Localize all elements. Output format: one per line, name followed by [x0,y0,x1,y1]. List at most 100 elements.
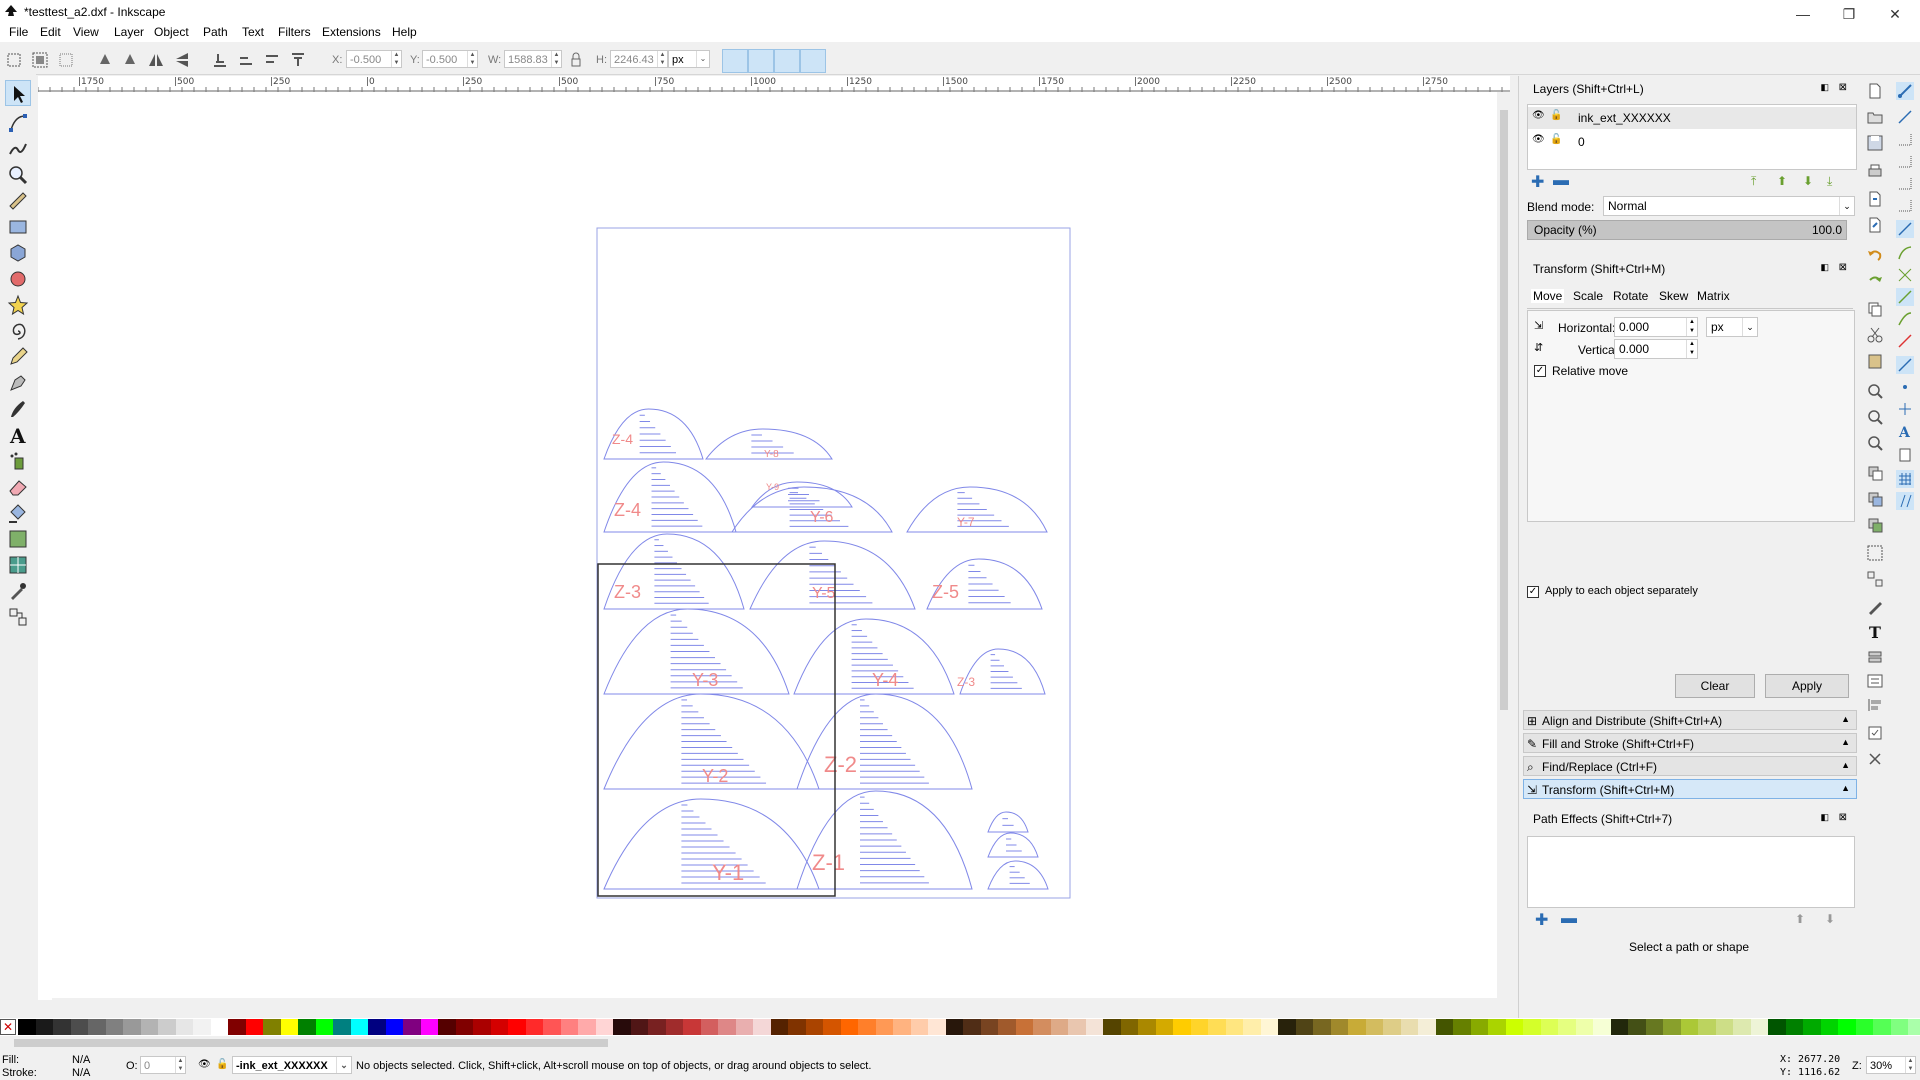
pen-tool-icon[interactable] [5,370,31,396]
eraser-tool-icon[interactable] [5,474,31,500]
menu-file[interactable]: File [9,25,28,39]
current-layer-select[interactable]: -ink_ext_XXXXXX ⌄ [232,1056,352,1074]
color-swatch[interactable] [1523,1019,1541,1035]
layer-visibility-icon[interactable]: 👁 [198,1059,211,1070]
snap-text-baseline-icon[interactable]: A [1896,422,1914,441]
color-swatch[interactable] [1120,1019,1138,1035]
lower-to-bottom-icon[interactable] [210,50,230,70]
redo-icon[interactable] [1866,272,1884,290]
cut-icon[interactable] [1866,326,1884,344]
color-swatch[interactable] [1295,1019,1313,1035]
color-swatch[interactable] [1453,1019,1471,1035]
no-paint-swatch[interactable]: ✕ [0,1019,16,1035]
raise-icon[interactable] [262,50,282,70]
color-swatch[interactable] [1015,1019,1033,1035]
layers-dialog-icon[interactable] [1866,648,1884,666]
color-swatch[interactable] [1033,1019,1051,1035]
color-swatch[interactable] [805,1019,823,1035]
snap-grid-icon[interactable] [1896,470,1914,488]
color-swatch[interactable] [18,1019,36,1035]
color-swatch[interactable] [648,1019,666,1035]
color-swatch[interactable] [595,1019,613,1035]
color-swatch[interactable] [578,1019,596,1035]
path-effects-close-icon[interactable]: ⊠ [1839,812,1847,823]
w-input[interactable]: 1588.83 ▲ ▼ [504,50,562,68]
duplicate-icon[interactable] [1866,464,1884,482]
color-swatch[interactable] [1540,1019,1558,1035]
vertical-input[interactable]: 0.000 ▲ ▼ [1614,339,1698,359]
horizontal-input[interactable]: 0.000 ▲ ▼ [1614,317,1698,337]
color-swatch[interactable] [665,1019,683,1035]
snap-midpoint-icon[interactable] [1896,332,1914,350]
move-unit-select[interactable]: px ⌄ [1706,317,1758,337]
color-swatch[interactable] [1435,1019,1453,1035]
open-icon[interactable] [1866,108,1884,126]
x-input[interactable]: -0.500 ▲ ▼ [346,50,402,68]
snap-page-border-icon[interactable] [1896,446,1914,464]
zoom-drawing-icon[interactable] [1866,408,1884,426]
layer-name[interactable]: ink_ext_XXXXXX [1578,111,1671,125]
color-swatch[interactable] [175,1019,193,1035]
layer-down-icon[interactable]: ⬇ [1803,174,1813,188]
vertical-ruler[interactable] [38,92,53,1000]
ungroup-icon[interactable] [1866,570,1884,588]
color-swatch[interactable] [1365,1019,1383,1035]
path-effects-float-icon[interactable]: ◧ [1820,812,1829,823]
zoom-selection-icon[interactable] [1866,382,1884,400]
snap-others-icon[interactable] [1896,356,1914,374]
unit-select[interactable]: px ⌄ [668,50,710,68]
snap-bbox-midpoint-icon[interactable] [1896,174,1914,192]
color-swatch[interactable] [1103,1019,1121,1035]
preferences-icon[interactable] [1866,724,1884,742]
measure-tool-icon[interactable] [5,188,31,214]
color-swatch[interactable] [1558,1019,1576,1035]
layers-panel-close-icon[interactable]: ⊠ [1839,82,1847,93]
color-swatch[interactable] [35,1019,53,1035]
menu-filters[interactable]: Filters [278,25,311,39]
opacity-slider[interactable]: Opacity (%) 100.0 [1527,220,1847,240]
color-swatch[interactable] [1750,1019,1768,1035]
color-swatch[interactable] [1575,1019,1593,1035]
transform-patterns-toggle[interactable] [800,49,826,73]
clone-icon[interactable] [1866,490,1884,508]
zoom-tool-icon[interactable] [5,162,31,188]
color-swatch[interactable] [245,1019,263,1035]
color-swatch[interactable] [1855,1019,1873,1035]
color-swatch[interactable] [385,1019,403,1035]
tweak-tool-icon[interactable] [5,136,31,162]
color-swatch[interactable] [700,1019,718,1035]
color-swatch[interactable] [1663,1019,1681,1035]
color-swatch[interactable] [1348,1019,1366,1035]
color-swatch[interactable] [1488,1019,1506,1035]
transform-panel-close-icon[interactable]: ⊠ [1839,262,1847,273]
color-swatch[interactable] [1733,1019,1751,1035]
select-all-icon[interactable] [4,50,24,70]
color-swatch[interactable] [70,1019,88,1035]
color-swatch[interactable] [228,1019,246,1035]
transform-panel-float-icon[interactable]: ◧ [1820,262,1829,273]
color-swatch[interactable] [1085,1019,1103,1035]
color-swatch[interactable] [683,1019,701,1035]
zoom-page-icon[interactable] [1866,434,1884,452]
remove-effect-icon[interactable]: ▬ [1561,910,1577,928]
color-swatch[interactable] [1173,1019,1191,1035]
ellipse-tool-icon[interactable] [5,266,31,292]
color-swatch[interactable] [910,1019,928,1035]
rotate-cw-icon[interactable] [120,50,140,70]
color-swatch[interactable] [1715,1019,1733,1035]
color-swatch[interactable] [140,1019,158,1035]
snap-paths-icon[interactable] [1896,244,1914,262]
snap-bbox-icon[interactable] [1896,108,1914,126]
drawing-canvas[interactable]: Z-4 Y-8 Z-4 Y-9 Y-6 Y-7 Z-3 Y-5 Z-5 Y-3 Y-4 Z-3 Y-2 Z… [52,92,1500,1000]
undo-icon[interactable] [1866,246,1884,264]
clear-button[interactable]: Clear [1675,674,1755,698]
color-swatch[interactable] [613,1019,631,1035]
palette-scrollbar[interactable] [0,1036,1920,1050]
color-swatch[interactable] [1208,1019,1226,1035]
layers-panel-float-icon[interactable]: ◧ [1820,82,1829,93]
connector-tool-icon[interactable] [5,604,31,630]
color-swatch[interactable] [438,1019,456,1035]
align-distribute-panel[interactable]: ⊞ Align and Distribute (Shift+Ctrl+A) ▲ [1523,710,1857,730]
layer-row[interactable]: 👁 🔓 0 [1528,131,1856,153]
color-swatch[interactable] [1908,1019,1920,1035]
